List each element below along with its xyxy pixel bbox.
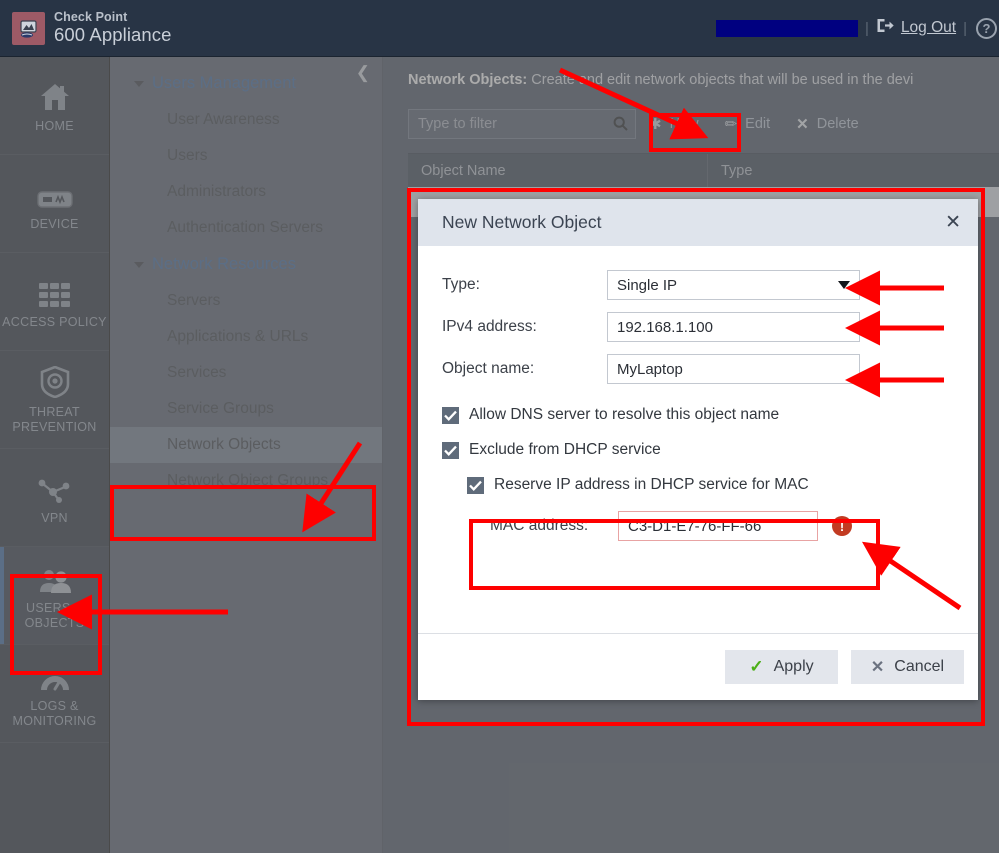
- brand: Check Point 600 Appliance: [0, 11, 172, 45]
- app-root: Check Point 600 Appliance | Log Out | ?: [0, 0, 999, 853]
- redacted-username: [716, 20, 858, 37]
- brand-text: Check Point 600 Appliance: [54, 11, 172, 45]
- brand-line2: 600 Appliance: [54, 25, 172, 45]
- topbar-separator-1: |: [865, 20, 869, 37]
- logout-arrow-icon: [876, 18, 895, 38]
- topbar-separator-2: |: [963, 20, 967, 37]
- logout-label: Log Out: [901, 19, 956, 37]
- annotation-dialog: [407, 188, 985, 726]
- brand-line1: Check Point: [54, 11, 172, 25]
- checkpoint-logo-icon: [12, 12, 45, 45]
- top-bar-right: | Log Out | ?: [716, 18, 999, 39]
- annotation-users-objects-rail: [10, 574, 102, 675]
- annotation-new-button: [649, 113, 741, 152]
- logout-button[interactable]: Log Out: [876, 18, 956, 38]
- help-icon[interactable]: ?: [976, 18, 997, 39]
- top-bar: Check Point 600 Appliance | Log Out | ?: [0, 0, 999, 57]
- annotation-mac-address: [469, 519, 880, 590]
- annotation-network-objects-tree: [110, 485, 376, 541]
